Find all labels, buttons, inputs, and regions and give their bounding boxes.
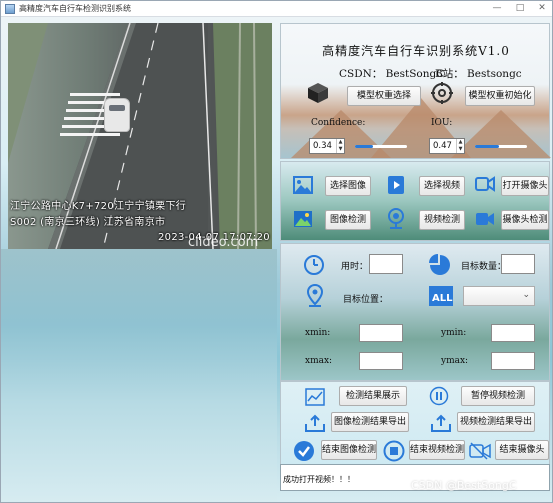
- time-field[interactable]: [369, 254, 403, 274]
- ymin-label: ymin:: [441, 328, 467, 338]
- confidence-slider[interactable]: [355, 140, 407, 152]
- video-overlay-location: 江宁公路中心K7+720江宁宁镇栗下行: [10, 201, 187, 212]
- pause-video-button[interactable]: 暂停视频检测: [461, 386, 535, 406]
- minimize-button[interactable]: —: [486, 1, 508, 16]
- ymax-label: ymax:: [441, 356, 469, 366]
- upload-icon: [305, 414, 325, 432]
- picture-detect-icon: [294, 211, 312, 227]
- ymin-field[interactable]: [491, 324, 535, 342]
- count-field[interactable]: [501, 254, 535, 274]
- time-label: 用时：: [341, 262, 369, 272]
- close-button[interactable]: ✕: [531, 1, 552, 16]
- show-results-button[interactable]: 检测结果展示: [339, 386, 407, 406]
- clock-icon: [304, 255, 324, 275]
- settings-card: 高精度汽车自行车识别系统V1.0 CSDN： BestSongC B站： Bes…: [280, 23, 551, 159]
- position-select[interactable]: ⌄: [463, 286, 535, 306]
- iou-spinbox[interactable]: 0.47 ▲ ▼: [429, 138, 465, 154]
- pause-icon: [429, 386, 449, 406]
- upload-icon: [431, 414, 451, 432]
- iou-value: 0.47: [433, 141, 452, 151]
- main-area: 江宁公路中心K7+720江宁宁镇栗下行 S002 (南京三环线) 江苏省南京市 …: [1, 17, 552, 502]
- camera-detect-button[interactable]: 摄像头检测: [501, 210, 549, 230]
- xmin-label: xmin:: [305, 328, 331, 338]
- cube-icon: [308, 83, 328, 103]
- gear-icon: [431, 82, 453, 104]
- footer-watermark: CSDN @BestSongC: [411, 479, 517, 492]
- media-card: 选择图像 选择视频 打开摄像头 图像检测 视频检测 摄像头检测: [280, 161, 550, 241]
- image-detect-button[interactable]: 图像检测: [325, 210, 371, 230]
- select-video-button[interactable]: 选择视频: [419, 176, 465, 196]
- csdn-credit: CSDN： BestSongC: [339, 68, 445, 80]
- iou-slider[interactable]: [475, 140, 527, 152]
- pie-chart-icon: [429, 254, 450, 275]
- xmin-field[interactable]: [359, 324, 403, 342]
- select-image-button[interactable]: 选择图像: [325, 176, 371, 196]
- maximize-button[interactable]: □: [509, 1, 531, 16]
- spin-arrows-icon[interactable]: ▲ ▼: [336, 139, 344, 153]
- end-image-button[interactable]: 结束图像检测: [321, 440, 377, 460]
- video-overlay-road: S002 (南京三环线) 江苏省南京市: [10, 217, 166, 228]
- video-file-icon: [388, 176, 404, 194]
- check-circle-icon: [294, 441, 314, 461]
- control-panel: 高精度汽车自行车识别系统V1.0 CSDN： BestSongC B站： Bes…: [280, 23, 551, 481]
- position-label: 目标位置：: [343, 295, 389, 305]
- open-camera-button[interactable]: 打开摄像头: [501, 176, 549, 196]
- camera-off-icon: [469, 442, 491, 460]
- chevron-down-icon: ⌄: [522, 290, 530, 300]
- results-card: 用时： 目标数量： 目标位置： ALL ⌄ xmin: ymin: xmax: …: [280, 243, 550, 381]
- slider-fill: [355, 145, 373, 148]
- spin-arrows-icon[interactable]: ▲ ▼: [456, 139, 464, 153]
- image-icon: [293, 176, 313, 194]
- confidence-label: Confidence:: [311, 118, 366, 128]
- export-video-button[interactable]: 视频检测结果导出: [457, 412, 535, 432]
- all-badge-text: ALL: [432, 293, 453, 304]
- webcam-icon: [388, 208, 404, 229]
- iou-label: IOU:: [431, 118, 453, 128]
- all-icon: ALL: [429, 286, 453, 306]
- status-message: 成功打开视频！！！: [283, 475, 355, 484]
- confidence-value: 0.34: [313, 141, 332, 151]
- camera-icon: [475, 176, 495, 192]
- count-label: 目标数量：: [461, 262, 507, 272]
- xmax-field[interactable]: [359, 352, 403, 370]
- model-init-button[interactable]: 模型权重初始化: [465, 86, 535, 106]
- video-camera-icon: [476, 213, 494, 225]
- slider-fill: [475, 145, 500, 148]
- background-reflection: [1, 249, 277, 502]
- model-select-button[interactable]: 模型权重选择: [347, 86, 421, 106]
- vehicle: [104, 98, 130, 132]
- confidence-spinbox[interactable]: 0.34 ▲ ▼: [309, 138, 345, 154]
- location-pin-icon: [307, 284, 323, 307]
- app-title: 高精度汽车自行车识别系统V1.0: [322, 44, 510, 58]
- app-window: 高精度汽车自行车检测识别系统 — □ ✕ 江宁公路中心K7+720江宁宁镇栗下行…: [0, 0, 553, 503]
- ymax-field[interactable]: [491, 352, 535, 370]
- title-bar: 高精度汽车自行车检测识别系统 — □ ✕: [1, 1, 552, 17]
- line-chart-icon: [305, 388, 325, 406]
- video-watermark: clideo.com: [188, 235, 259, 249]
- end-video-button[interactable]: 结束视频检测: [409, 440, 465, 460]
- video-detect-button[interactable]: 视频检测: [419, 210, 465, 230]
- app-icon: [5, 4, 15, 14]
- window-title: 高精度汽车自行车检测识别系统: [19, 4, 131, 13]
- video-display: 江宁公路中心K7+720江宁宁镇栗下行 S002 (南京三环线) 江苏省南京市 …: [8, 23, 272, 249]
- end-camera-button[interactable]: 结束摄像头: [495, 440, 549, 460]
- stop-icon: [383, 440, 405, 462]
- xmax-label: xmax:: [305, 356, 333, 366]
- export-image-button[interactable]: 图像检测结果导出: [331, 412, 409, 432]
- bilibili-credit: B站： Bestsongc: [435, 68, 522, 80]
